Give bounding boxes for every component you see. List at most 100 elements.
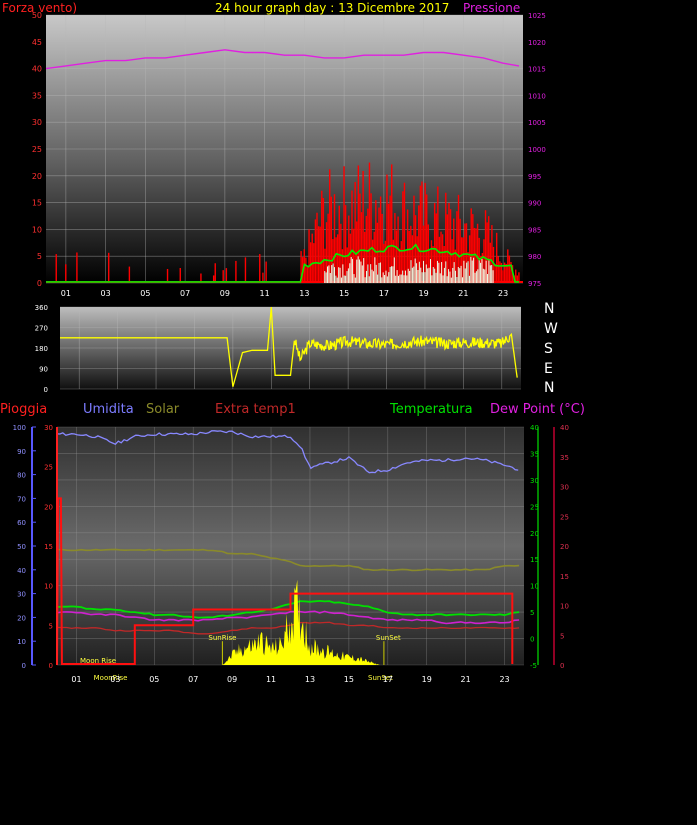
time-tick-label: 19 <box>419 289 429 298</box>
wind-avg-bar <box>407 268 409 283</box>
wind-bar <box>508 255 511 283</box>
time-tick-label: 19 <box>422 675 432 684</box>
wind-avg-bar <box>328 265 330 283</box>
solar-tick-label: 10 <box>44 583 53 591</box>
time-tick-label: 11 <box>266 675 276 684</box>
wind-bar <box>309 242 312 283</box>
wind-avg-bar <box>418 261 420 283</box>
legend-humidity: Umidita <box>83 402 134 417</box>
wind-avg-bar <box>431 275 433 283</box>
wind-avg-bar <box>333 267 335 283</box>
wind-avg-bar <box>353 274 355 283</box>
wind-bar <box>456 211 458 283</box>
compass-letter: S <box>544 341 553 357</box>
wind-avg-bar <box>331 265 333 283</box>
wind-avg-bar <box>365 270 367 283</box>
wind-avg-bar <box>349 263 351 283</box>
dew-tick-label: 15 <box>560 573 569 581</box>
time-tick-label: 21 <box>458 289 468 298</box>
wind-avg-bar <box>473 257 475 283</box>
wind-bar <box>497 256 499 283</box>
direction-panel-axes: 0 90 180 270 360 <box>35 304 48 394</box>
wind-bar <box>486 222 488 283</box>
wind-tick-label: 35 <box>32 91 42 100</box>
wind-avg-bar <box>416 263 418 283</box>
wind-avg-bar <box>427 268 429 283</box>
wind-tick-label: 5 <box>37 252 42 261</box>
wind-avg-bar <box>452 267 454 283</box>
wind-avg-bar <box>434 268 436 283</box>
wind-avg-bar <box>356 259 358 283</box>
wind-tick-label: 25 <box>32 145 42 154</box>
wind-avg-bar <box>393 257 395 283</box>
wind-bar <box>494 263 496 283</box>
wind-avg-bar <box>441 262 443 283</box>
wind-bar <box>381 213 383 283</box>
direction-tick-label: 180 <box>35 345 48 353</box>
wind-avg-bar <box>439 273 441 283</box>
time-tick-label: 03 <box>110 675 120 684</box>
wind-bar <box>305 257 307 283</box>
wind-avg-bar <box>450 277 452 283</box>
compass-letter: E <box>544 361 553 377</box>
time-tick-label: 09 <box>220 289 230 298</box>
wind-avg-bar <box>379 262 381 283</box>
wind-bar <box>364 231 366 283</box>
moon-label: Moon Rise <box>80 657 116 665</box>
pressure-tick-label: 975 <box>528 280 541 288</box>
wind-bar <box>308 229 310 283</box>
wind-avg-bar <box>492 270 494 283</box>
pressure-tick-label: 1015 <box>528 66 546 74</box>
wind-avg-bar <box>489 265 491 283</box>
wind-avg-bar <box>357 256 359 283</box>
wind-avg-bar <box>467 261 469 283</box>
wind-avg-bar <box>388 272 390 283</box>
direction-tick-label: 0 <box>44 386 48 394</box>
compass-labels: NWSEN <box>544 301 558 396</box>
time-tick-label: 13 <box>305 675 315 684</box>
wind-bar <box>354 182 356 283</box>
wind-bar <box>235 260 237 283</box>
wind-avg-bar <box>478 258 480 283</box>
time-tick-label: 05 <box>149 675 159 684</box>
wind-bar <box>499 261 501 283</box>
wind-bar <box>424 182 426 283</box>
wind-bar <box>311 233 313 283</box>
wind-avg-bar <box>480 262 482 283</box>
time-tick-label: 23 <box>499 675 509 684</box>
wind-avg-bar <box>377 274 379 283</box>
wind-avg-bar <box>457 266 459 283</box>
wind-avg-bar <box>411 267 413 283</box>
wind-avg-bar <box>459 268 461 283</box>
wind-avg-bar <box>464 268 466 283</box>
wind-avg-bar <box>402 270 404 283</box>
wind-avg-bar <box>350 257 352 283</box>
legend-extra: Extra temp1 <box>215 402 296 417</box>
wind-bar <box>179 267 181 283</box>
wind-avg-bar <box>389 266 391 283</box>
wind-avg-bar <box>484 269 486 283</box>
dew-tick-label: 5 <box>560 632 564 640</box>
wind-bar <box>336 234 339 283</box>
wind-avg-bar <box>443 267 445 283</box>
temp-tick-label: 25 <box>530 503 539 511</box>
wind-avg-bar <box>432 266 434 283</box>
wind-avg-bar <box>327 266 329 283</box>
temp-tick-label: 15 <box>530 556 539 564</box>
direction-tick-label: 360 <box>35 304 48 312</box>
wind-avg-bar <box>428 267 430 283</box>
wind-avg-bar <box>453 262 455 283</box>
time-tick-label: 13 <box>299 289 309 298</box>
wind-avg-bar <box>421 272 423 283</box>
graph-title: 24 hour graph day : 13 Dicembre 2017 <box>215 1 449 15</box>
wind-avg-bar <box>406 275 408 283</box>
wind-avg-bar <box>335 275 337 283</box>
wind-tick-label: 50 <box>32 11 42 20</box>
sun-label: SunRise <box>208 634 236 642</box>
wind-bar <box>76 252 78 283</box>
time-tick-label: 01 <box>61 289 71 298</box>
solar-tick-label: 0 <box>49 662 53 670</box>
wind-bar <box>306 267 309 283</box>
wind-avg-bar <box>367 264 369 283</box>
wind-avg-bar <box>491 264 493 283</box>
